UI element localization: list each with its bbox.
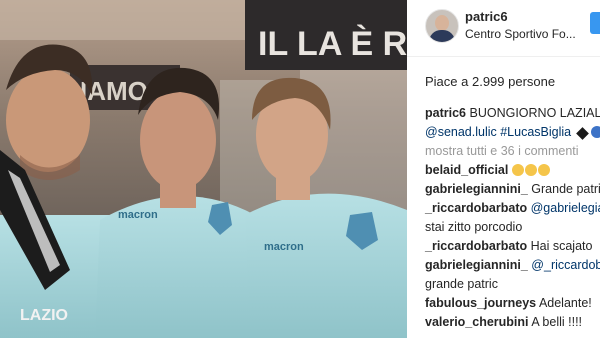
scarf-text: LAZIO bbox=[20, 307, 68, 324]
caption-tags-line: @senad.lulic #LucasBiglia bbox=[425, 123, 600, 142]
view-all-comments[interactable]: mostra tutti e 36 i commenti bbox=[425, 142, 600, 161]
see-no-evil-emoji-icon bbox=[524, 164, 537, 176]
avatar[interactable] bbox=[425, 9, 459, 43]
comment-text: Hai scajato bbox=[530, 239, 593, 253]
comment: gabrielegiannini_ Grande patric bbox=[425, 180, 600, 199]
post-header: patric6 Centro Sportivo Fo... bbox=[407, 0, 600, 57]
comment-continuation: grande patric bbox=[425, 277, 498, 291]
post-photo[interactable]: IL LA È RO IAMO LAZIO bbox=[0, 0, 407, 338]
likes-count[interactable]: Piace a 2.999 persone bbox=[425, 74, 555, 89]
comment: _riccardobarbato @gabrielegiannini_ bbox=[425, 199, 600, 218]
caption-tags[interactable]: @senad.lulic #LucasBiglia bbox=[425, 125, 571, 139]
comment: _riccardobarbato Hai scajato bbox=[425, 237, 600, 256]
comment-user[interactable]: _riccardobarbato bbox=[425, 239, 527, 253]
shirt-brand-middle: macron bbox=[118, 209, 158, 221]
avatar-body bbox=[429, 30, 455, 42]
comment-user[interactable]: _riccardobarbato bbox=[425, 201, 527, 215]
avatar-face bbox=[435, 15, 449, 31]
comments-list: patric6 BUONGIORNO LAZIALI! @senad.lulic… bbox=[425, 104, 600, 332]
wall-text-right: IL LA È RO bbox=[258, 25, 407, 63]
instagram-post: IL LA È RO IAMO LAZIO bbox=[0, 0, 600, 338]
comment-user[interactable]: gabrielegiannini_ bbox=[425, 182, 528, 196]
comment-user[interactable]: belaid_official bbox=[425, 163, 508, 177]
shirt-brand-right: macron bbox=[264, 241, 304, 253]
post-location[interactable]: Centro Sportivo Fo... bbox=[465, 27, 576, 41]
comment-text: A belli !!!! bbox=[531, 315, 583, 329]
blue-heart-icon bbox=[591, 126, 600, 138]
comment: fabulous_journeys Adelante! bbox=[425, 294, 600, 313]
comment-text: Adelante! bbox=[538, 296, 592, 310]
comment-mention[interactable]: @_riccardobarbato bbox=[531, 258, 600, 272]
comment: belaid_official bbox=[425, 161, 600, 180]
black-heart-icon bbox=[575, 127, 589, 140]
post-sidebar: patric6 Centro Sportivo Fo... Piace a 2.… bbox=[407, 0, 600, 338]
laughing-emoji-icon bbox=[511, 164, 524, 176]
photo-scene: IL LA È RO IAMO LAZIO bbox=[0, 0, 407, 338]
caption-user[interactable]: patric6 bbox=[425, 106, 466, 120]
comment-mention[interactable]: @gabrielegiannini_ bbox=[531, 201, 600, 215]
comment-user[interactable]: valerio_cherubini bbox=[425, 315, 529, 329]
post-username[interactable]: patric6 bbox=[465, 9, 508, 24]
comment: gabrielegiannini_ @_riccardobarbato bbox=[425, 256, 600, 275]
laughing-emoji-icon bbox=[537, 164, 550, 176]
comment-text: Grande patric bbox=[531, 182, 600, 196]
comment-continuation: stai zitto porcodio bbox=[425, 220, 523, 234]
comment-user[interactable]: gabrielegiannini_ bbox=[425, 258, 528, 272]
caption-text: BUONGIORNO LAZIALI! bbox=[469, 106, 600, 120]
comment: valerio_cherubini A belli !!!! bbox=[425, 313, 600, 332]
caption: patric6 BUONGIORNO LAZIALI! bbox=[425, 104, 600, 123]
comment-user[interactable]: fabulous_journeys bbox=[425, 296, 536, 310]
follow-button[interactable] bbox=[590, 12, 600, 34]
